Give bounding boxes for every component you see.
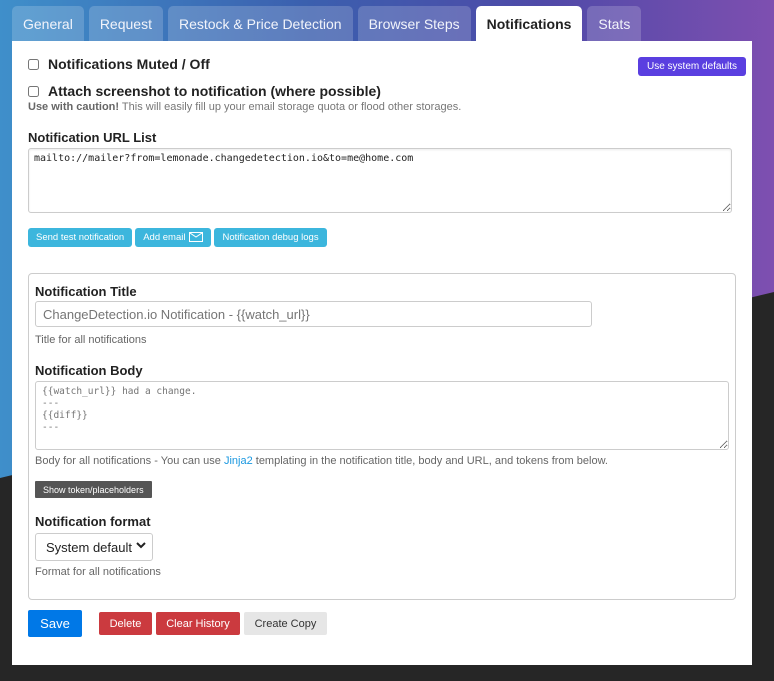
- notification-url-list-input[interactable]: [28, 148, 732, 213]
- send-test-notification-button[interactable]: Send test notification: [28, 228, 133, 247]
- add-email-label: Add email: [143, 232, 186, 243]
- notification-title-label: Notification Title: [35, 284, 137, 299]
- notifications-panel: Notifications Muted / Off Use system def…: [12, 41, 752, 665]
- tab-general[interactable]: General: [12, 6, 84, 41]
- format-hint: Format for all notifications: [35, 566, 161, 578]
- jinja2-link[interactable]: Jinja2: [224, 455, 253, 467]
- clear-history-button[interactable]: Clear History: [156, 612, 240, 635]
- url-actions: Send test notification Add email Notific…: [28, 228, 330, 247]
- body-hint-post: templating in the notification title, bo…: [252, 455, 608, 467]
- notification-format-label: Notification format: [35, 514, 151, 529]
- muted-row: Notifications Muted / Off: [28, 56, 210, 72]
- notification-format-select[interactable]: System default: [35, 533, 153, 561]
- url-list-label: Notification URL List: [28, 130, 157, 145]
- caution-text: Use with caution! This will easily fill …: [28, 101, 461, 113]
- format-selected-value: System default: [46, 539, 132, 555]
- tab-request[interactable]: Request: [88, 6, 163, 41]
- body-hint: Body for all notifications - You can use…: [35, 455, 608, 467]
- delete-button[interactable]: Delete: [99, 612, 152, 635]
- tab-stats[interactable]: Stats: [587, 6, 642, 41]
- notification-settings-fieldset: Notification Title Title for all notific…: [28, 273, 736, 600]
- muted-checkbox[interactable]: [28, 58, 39, 70]
- attach-screenshot-row: Attach screenshot to notification (where…: [28, 83, 381, 99]
- add-email-button[interactable]: Add email: [135, 228, 212, 247]
- muted-label: Notifications Muted / Off: [48, 56, 210, 72]
- caution-bold: Use with caution!: [28, 101, 120, 113]
- tab-bar: General Request Restock & Price Detectio…: [12, 6, 642, 41]
- tab-browser-steps[interactable]: Browser Steps: [357, 6, 471, 41]
- title-hint: Title for all notifications: [35, 334, 147, 346]
- notification-title-input[interactable]: [35, 301, 592, 327]
- attach-screenshot-label: Attach screenshot to notification (where…: [48, 83, 381, 99]
- notification-body-label: Notification Body: [35, 363, 143, 378]
- caution-detail: This will easily fill up your email stor…: [119, 101, 462, 113]
- show-tokens-button[interactable]: Show token/placeholders: [35, 481, 152, 498]
- chevron-down-icon: [136, 540, 146, 553]
- notification-body-input[interactable]: [35, 381, 729, 450]
- create-copy-button[interactable]: Create Copy: [244, 612, 327, 635]
- tab-restock-price[interactable]: Restock & Price Detection: [167, 6, 353, 41]
- body-hint-pre: Body for all notifications - You can use: [35, 455, 224, 467]
- save-button[interactable]: Save: [28, 610, 82, 637]
- use-system-defaults-button[interactable]: Use system defaults: [638, 57, 747, 76]
- tab-notifications[interactable]: Notifications: [475, 6, 583, 41]
- notification-debug-logs-button[interactable]: Notification debug logs: [214, 228, 327, 247]
- envelope-icon: [189, 231, 204, 242]
- attach-screenshot-checkbox[interactable]: [28, 85, 39, 97]
